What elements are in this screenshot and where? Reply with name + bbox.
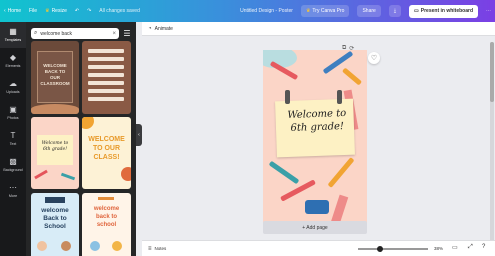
template-title: WELCOME TO OUR CLASS! [88, 136, 125, 161]
editor-toolbar: ◔ Animate [142, 22, 495, 36]
filter-button[interactable]: ☰ [122, 28, 132, 39]
background-icon: ▩ [9, 157, 17, 166]
text-icon: T [10, 131, 16, 140]
notes-button[interactable]: Notes [155, 246, 167, 251]
template-title: welcome back to school [93, 206, 120, 228]
rail-elements[interactable]: ◆ Elements [0, 48, 26, 74]
pen-decor [280, 179, 316, 202]
resize-button[interactable]: ♛ Resize [41, 8, 71, 14]
pencil-decor [268, 160, 300, 185]
try-pro-button[interactable]: ♛ Try Canva Pro [297, 5, 354, 17]
more-icon: ⋯ [9, 183, 17, 192]
crayon-decor [327, 157, 355, 188]
template-search[interactable]: ⌕ welcome back × [31, 28, 119, 39]
heart-icon: ♡ [370, 55, 378, 62]
present-button[interactable]: ▭ Present in whiteboard [405, 4, 482, 18]
top-bar: ‹ Home File ♛ Resize ↶ ↷ All changes sav… [0, 0, 495, 22]
template-thumbnail[interactable]: Welcome to 6th grade! [31, 117, 79, 189]
vertical-scrollbar[interactable] [490, 42, 494, 242]
bottom-bar: ≡ Notes 38% ▭ ⤢ ? [142, 240, 495, 256]
scrollbar-thumb[interactable] [490, 42, 494, 102]
search-icon: ⌕ [34, 30, 38, 36]
chevron-left-icon: ‹ [138, 132, 140, 138]
animate-button[interactable]: Animate [155, 26, 173, 32]
clear-search-icon[interactable]: × [112, 31, 116, 37]
template-thumbnail[interactable]: welcome Back to School [31, 193, 79, 256]
design-page[interactable]: Welcome to 6th grade! [263, 50, 367, 232]
document-title[interactable]: Untitled Design - Poster [236, 8, 297, 14]
chevron-left-icon: ‹ [4, 8, 6, 14]
filter-icon: ☰ [123, 29, 131, 38]
present-icon: ▭ [414, 8, 419, 14]
undo-icon: ↶ [74, 8, 80, 14]
template-title: Welcome to 6th grade! [41, 141, 69, 152]
download-button[interactable]: ⤓ [385, 5, 405, 17]
notes-icon: ≡ [148, 245, 152, 252]
zoom-slider-knob[interactable] [377, 246, 384, 252]
template-title: WELCOME BACK TO OUR CLASSROOM [40, 63, 70, 86]
photos-icon: ▣ [9, 105, 17, 114]
more-dots-icon: ⋯ [486, 8, 491, 14]
pencil-case-decor [305, 200, 329, 214]
share-button[interactable]: Share [353, 5, 384, 17]
rail-more[interactable]: ⋯ More [0, 178, 26, 204]
side-rail: ▦ Templates ◆ Elements ☁ Uploads ▣ Photo… [0, 22, 26, 256]
canvas-area: ◔ Animate ⧉ ⟳ Welcome to 6th grade! ♡ + … [142, 22, 495, 256]
template-thumbnail[interactable]: welcome back to school [82, 193, 131, 256]
file-menu[interactable]: File [25, 8, 41, 14]
rail-uploads[interactable]: ☁ Uploads [0, 74, 26, 100]
crown-icon: ♛ [45, 8, 50, 14]
fullscreen-icon[interactable]: ⤢ [468, 244, 473, 251]
animate-icon: ◔ [148, 25, 152, 32]
crayon-decor [341, 67, 363, 86]
template-title: welcome Back to School [41, 207, 69, 230]
clip-icon [337, 90, 342, 104]
template-thumbnail[interactable]: WELCOME BACK TO OUR CLASSROOM [31, 41, 79, 114]
page-notes-button[interactable]: ♡ [368, 52, 380, 64]
help-icon[interactable]: ? [482, 244, 485, 250]
template-thumbnail[interactable] [82, 41, 131, 114]
redo-icon: ↷ [87, 8, 92, 14]
rail-background[interactable]: ▩ Background [0, 152, 26, 178]
crown-icon: ♛ [305, 8, 311, 14]
download-icon: ⤓ [393, 8, 397, 14]
template-thumbnail[interactable]: WELCOME TO OUR CLASS! [82, 117, 131, 189]
page-heading[interactable]: Welcome to 6th grade! [279, 107, 356, 136]
rail-text[interactable]: T Text [0, 126, 26, 152]
add-page-button[interactable]: + Add page [263, 221, 367, 234]
clip-icon [285, 90, 290, 104]
zoom-level[interactable]: 38% [434, 246, 443, 251]
templates-panel: ⌕ welcome back × ☰ WELCOME BACK TO OUR C… [26, 22, 136, 256]
saved-status: All changes saved [99, 8, 140, 14]
redo-button[interactable]: ↷ [83, 8, 95, 14]
uploads-icon: ☁ [9, 79, 17, 88]
more-options-button[interactable]: ⋯ [482, 8, 495, 14]
home-button[interactable]: ‹ Home [0, 8, 25, 14]
search-input[interactable]: welcome back [40, 31, 72, 37]
rail-templates[interactable]: ▦ Templates [0, 22, 26, 48]
templates-icon: ▦ [9, 27, 17, 36]
rail-photos[interactable]: ▣ Photos [0, 100, 26, 126]
elements-icon: ◆ [9, 53, 17, 62]
zoom-slider[interactable] [358, 246, 428, 252]
pages-icon[interactable]: ▭ [452, 244, 458, 251]
undo-button[interactable]: ↶ [71, 8, 83, 14]
